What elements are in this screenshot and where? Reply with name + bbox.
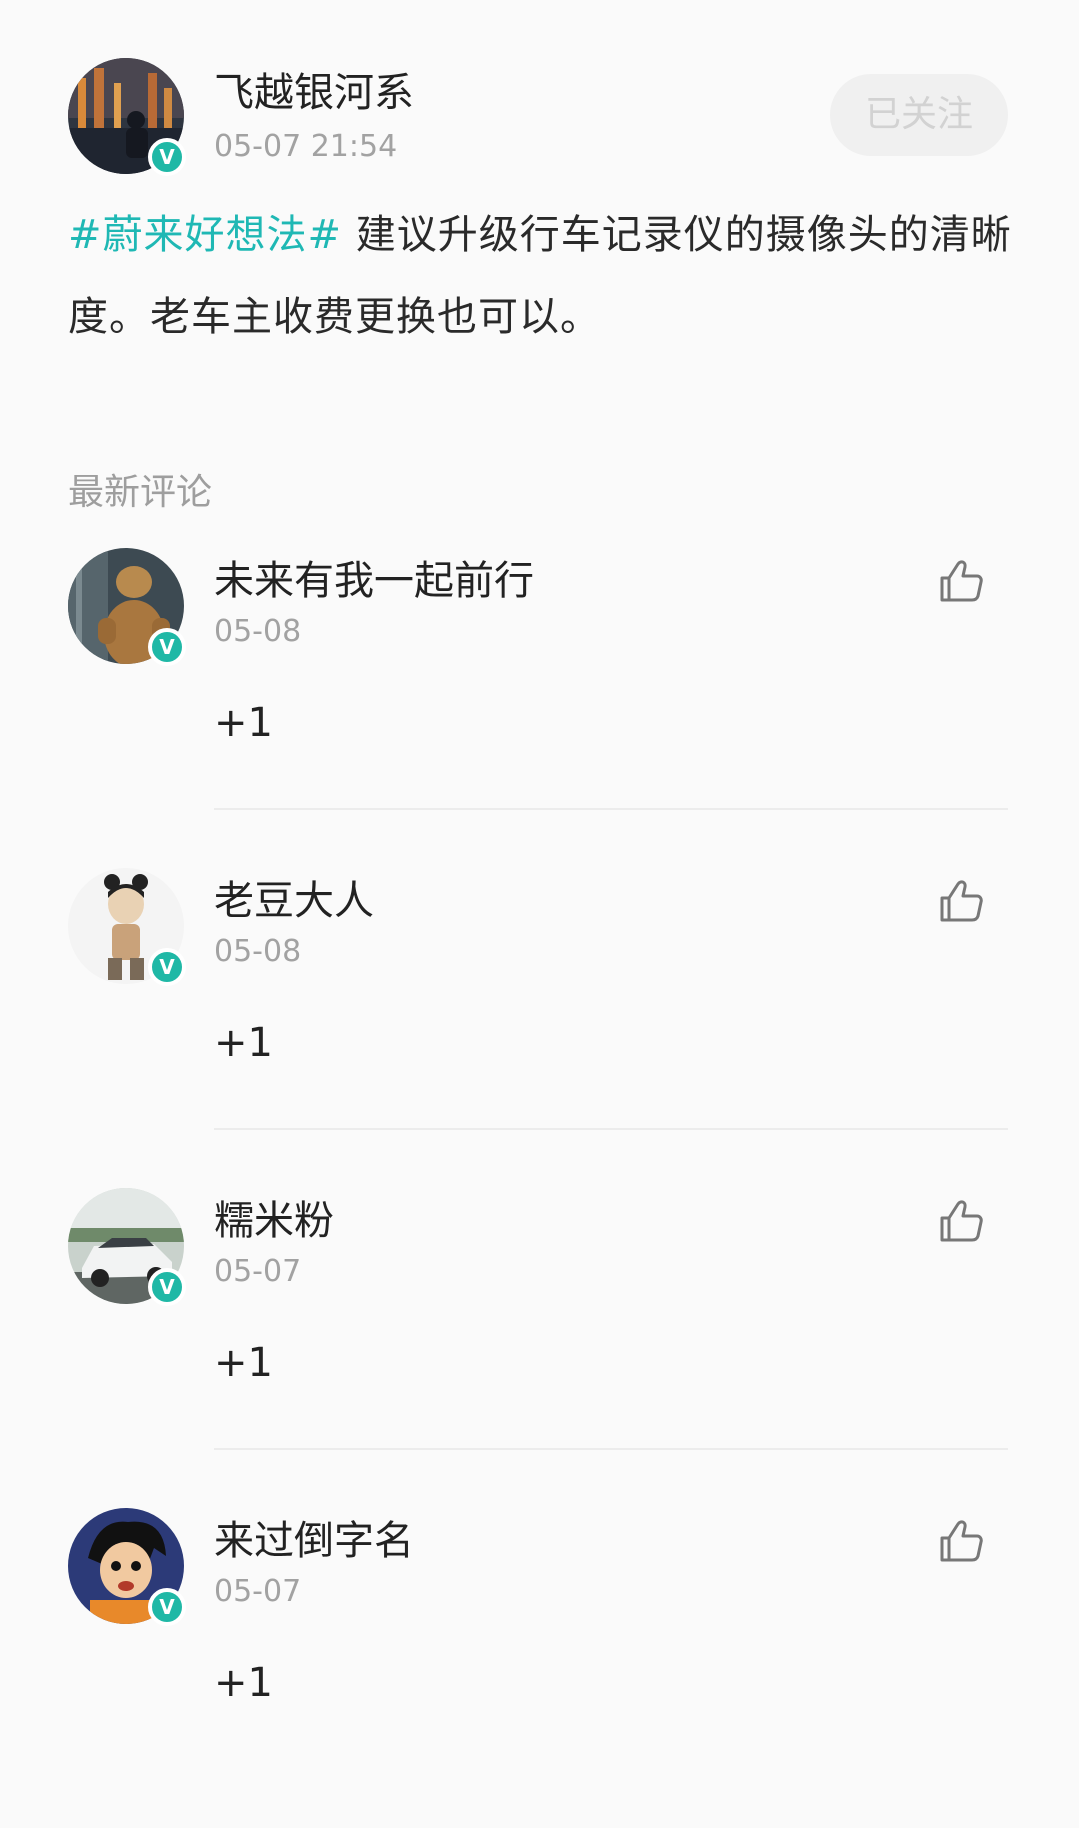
commenter-avatar[interactable]: V xyxy=(68,1188,186,1306)
thumbs-up-icon[interactable] xyxy=(936,556,986,606)
post-card: V 飞越银河系 05-07 21:54 已关注 #蔚来好想法# 建议升级行车记录… xyxy=(0,0,1079,420)
comment-divider xyxy=(214,1448,1008,1450)
verified-badge-icon: V xyxy=(148,948,186,986)
commenter-name[interactable]: 来过倒字名 xyxy=(214,1516,414,1566)
thumbs-up-icon[interactable] xyxy=(936,1516,986,1566)
comment-item: V 未来有我一起前行 05-08 +1 xyxy=(0,548,1079,868)
latest-comments-title: 最新评论 xyxy=(68,472,213,513)
comment-item: V 糯米粉 05-07 +1 xyxy=(0,1188,1079,1508)
thumbs-up-icon[interactable] xyxy=(936,1196,986,1246)
commenter-avatar[interactable]: V xyxy=(68,1508,186,1626)
post-timestamp: 05-07 21:54 xyxy=(214,129,398,164)
verified-badge-icon: V xyxy=(148,628,186,666)
comment-date: 05-08 xyxy=(214,614,302,649)
comment-text: +1 xyxy=(214,1340,273,1386)
verified-badge-icon: V xyxy=(148,138,186,176)
comment-item: V 来过倒字名 05-07 +1 xyxy=(0,1508,1079,1828)
thumbs-up-icon[interactable] xyxy=(936,876,986,926)
follow-button[interactable]: 已关注 xyxy=(830,74,1008,156)
comment-date: 05-07 xyxy=(214,1254,302,1289)
comment-date: 05-07 xyxy=(214,1574,302,1609)
comment-item: V 老豆大人 05-08 +1 xyxy=(0,868,1079,1188)
post-text: #蔚来好想法# 建议升级行车记录仪的摄像头的清晰度。老车主收费更换也可以。 xyxy=(68,194,1018,358)
verified-badge-icon: V xyxy=(148,1588,186,1626)
author-name[interactable]: 飞越银河系 xyxy=(214,68,414,118)
comment-text: +1 xyxy=(214,1020,273,1066)
commenter-avatar[interactable]: V xyxy=(68,868,186,986)
verified-badge-icon: V xyxy=(148,1268,186,1306)
comment-divider xyxy=(214,1128,1008,1130)
hashtag-link[interactable]: #蔚来好想法# xyxy=(68,212,342,258)
comment-divider xyxy=(214,808,1008,810)
commenter-name[interactable]: 老豆大人 xyxy=(214,876,374,926)
comment-date: 05-08 xyxy=(214,934,302,969)
comment-text: +1 xyxy=(214,1660,273,1706)
commenter-name[interactable]: 未来有我一起前行 xyxy=(214,556,534,606)
commenter-name[interactable]: 糯米粉 xyxy=(214,1196,334,1246)
comment-text: +1 xyxy=(214,700,273,746)
author-avatar[interactable]: V xyxy=(68,58,186,176)
commenter-avatar[interactable]: V xyxy=(68,548,186,666)
